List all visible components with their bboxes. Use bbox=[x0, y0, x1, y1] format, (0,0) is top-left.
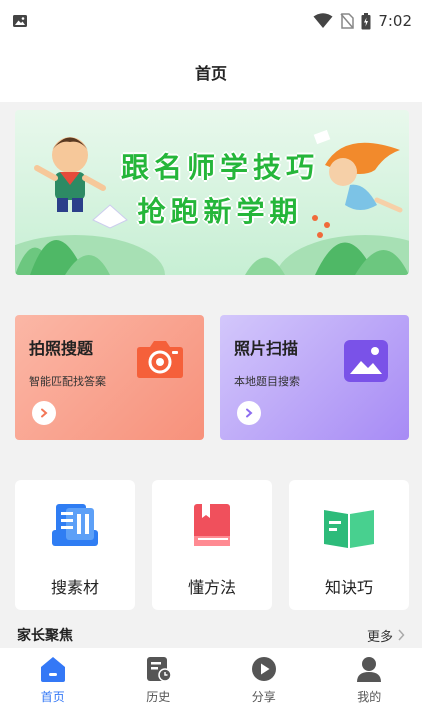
tab-home[interactable]: 首页 bbox=[0, 648, 106, 718]
tab-history[interactable]: 历史 bbox=[106, 648, 212, 718]
materials-tool-card[interactable]: 搜素材 bbox=[15, 480, 135, 610]
promo-banner[interactable]: 跟名师学技巧 抢跑新学期 bbox=[15, 110, 409, 275]
chevron-right-icon bbox=[398, 629, 405, 641]
status-bar: 7:02 bbox=[0, 0, 422, 42]
section-title: 家长聚焦 bbox=[17, 628, 73, 644]
gallery-notification-icon bbox=[13, 15, 27, 27]
user-icon bbox=[357, 657, 382, 682]
tab-label: 我的 bbox=[357, 690, 382, 704]
tab-label: 首页 bbox=[40, 690, 65, 704]
parent-focus-section: 家长聚焦 更多 bbox=[0, 620, 422, 650]
photo-scan-go-button[interactable] bbox=[237, 401, 261, 425]
photo-search-card[interactable]: 拍照搜题 智能匹配找答案 bbox=[15, 315, 204, 440]
more-link[interactable]: 更多 bbox=[367, 626, 405, 645]
tab-label: 历史 bbox=[146, 690, 171, 704]
banner-line-2: 抢跑新学期 bbox=[137, 195, 303, 228]
photo-scan-card[interactable]: 照片扫描 本地题目搜索 bbox=[220, 315, 409, 440]
more-label: 更多 bbox=[366, 629, 393, 645]
methods-tool-card[interactable]: 懂方法 bbox=[152, 480, 272, 610]
banner-line-1: 跟名师学技巧 bbox=[120, 151, 319, 184]
red-book-icon bbox=[194, 504, 230, 546]
open-book-icon bbox=[324, 510, 374, 548]
bottom-tab-bar: 首页 历史 分享 我的 bbox=[0, 648, 422, 718]
chevron-right-icon bbox=[41, 408, 48, 418]
play-share-icon bbox=[251, 657, 276, 681]
document-stack-icon bbox=[52, 504, 98, 546]
page-title: 首页 bbox=[0, 42, 422, 102]
tab-share[interactable]: 分享 bbox=[211, 648, 317, 718]
status-time: 7:02 bbox=[378, 12, 412, 30]
home-icon bbox=[40, 657, 65, 682]
tips-tool-card[interactable]: 知诀巧 bbox=[289, 480, 409, 610]
history-icon bbox=[147, 657, 172, 682]
wifi-icon bbox=[313, 13, 333, 28]
tool-label: 知诀巧 bbox=[324, 578, 373, 597]
battery-icon bbox=[361, 12, 371, 29]
tab-label: 分享 bbox=[251, 690, 276, 704]
tab-profile[interactable]: 我的 bbox=[317, 648, 422, 718]
photo-search-go-button[interactable] bbox=[32, 401, 56, 425]
tool-label: 搜素材 bbox=[50, 578, 99, 597]
chevron-right-icon bbox=[246, 408, 253, 418]
no-sim-icon bbox=[340, 13, 355, 29]
image-icon bbox=[344, 340, 388, 382]
camera-icon bbox=[137, 341, 183, 378]
tool-label: 懂方法 bbox=[187, 578, 236, 597]
